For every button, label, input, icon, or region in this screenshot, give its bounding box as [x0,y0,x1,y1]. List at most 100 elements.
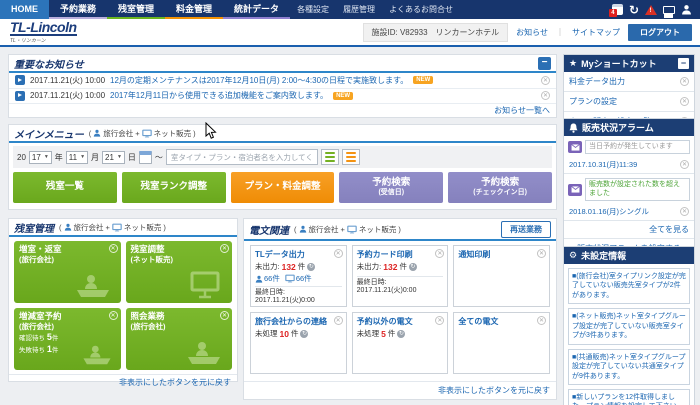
close-icon[interactable]: ✕ [334,249,343,258]
year-select[interactable]: 17▼ [29,151,52,164]
close-icon[interactable]: ✕ [109,244,118,253]
refresh-mini-icon[interactable]: ↻ [300,330,308,338]
day-select[interactable]: 21▼ [102,151,125,164]
close-icon[interactable]: ✕ [680,97,689,106]
shortcut-label[interactable]: プランの設定 [569,96,617,107]
main-menu-buttons: 残室一覧 残室ランク調整 プラン・料金調整 予約検索 (受信日) 予約検索 (チ… [9,171,556,207]
reservation-search-checkin-button[interactable]: 予約検索 (チェックイン日) [448,172,552,203]
scope-net-label: ネット販売 [124,222,162,233]
collapse-icon[interactable]: − [678,58,689,69]
alert-icon[interactable]: ! [645,5,657,15]
user-icon[interactable] [681,4,692,15]
refresh-icon[interactable]: ↻ [629,4,639,16]
top-navigation: HOME 予約業務 残室管理 料金管理 統計データ 各種設定 履歴管理 よくある… [0,0,700,19]
close-icon[interactable]: ✕ [334,316,343,325]
card-stat: 未出力: 132 件 ↻ [357,261,444,272]
close-icon[interactable]: ✕ [220,311,229,320]
close-icon[interactable]: ✕ [541,76,550,85]
nav-room-inventory[interactable]: 残室管理 [107,0,165,19]
month-label: 月 [91,152,99,163]
monitor-icon[interactable] [663,6,675,14]
nav-history[interactable]: 履歴管理 [336,0,382,19]
app-logo[interactable]: TL-Lincoln TL・リンカーン [0,21,77,44]
close-icon[interactable]: ✕ [220,244,229,253]
chevron-down-icon: ▼ [44,154,49,160]
stat-unit: 件 [399,261,407,272]
nav-reservations[interactable]: 予約業務 [49,0,107,19]
close-icon[interactable]: ✕ [541,91,550,100]
card-title[interactable]: 旅行会社からの連絡 [255,316,342,327]
travel-agent-icon [299,225,307,233]
close-icon[interactable]: ✕ [109,311,118,320]
unset-info-item[interactable]: ■(ネット販売)ネット室タイプグループ設定が完了していない販売室タイプが3件あり… [568,308,690,344]
close-icon[interactable]: ✕ [680,207,689,216]
alarm-date-link[interactable]: 2017.10.31(月)11:39 [569,159,637,170]
unset-info-item[interactable]: ■新しいプランを12件取得しました。プラン情報を設定して下さい。 [568,389,690,405]
nav-rates[interactable]: 料金管理 [165,0,223,19]
card-title[interactable]: 予約以外の電文 [357,316,444,327]
calendar-icon[interactable]: 4 [612,4,623,15]
card-title[interactable]: 通知印刷 [458,249,545,260]
last-label: 最終日時: [357,279,387,286]
list-view-green-icon[interactable] [321,149,339,165]
logout-button[interactable]: ログアウト [628,24,692,41]
tile-stat-pending: 確認待ち 5件 [19,332,116,343]
notices-list-link[interactable]: お知らせ一覧へ [494,105,550,116]
date-search-strip: 20 17▼ 年 11▼ 月 21▼ 日 ～ [13,146,552,168]
restore-hidden-buttons-link[interactable]: 非表示にしたボタンを元に戻す [438,385,550,396]
close-icon[interactable]: ✕ [537,249,546,258]
card-title[interactable]: 予約カード印刷 [357,249,444,260]
tile-room-change-reservations[interactable]: 増減室予約 (旅行会社) 確認待ち 5件 失敗待ち 1件 ✕ [14,308,121,370]
day-value: 21 [105,153,114,162]
shortcut-item[interactable]: 料金データ出力 ✕ [564,72,694,92]
nav-settings[interactable]: 各種設定 [290,0,336,19]
tile-add-return-rooms[interactable]: 増室・返室 (旅行会社) ✕ [14,241,121,303]
alarm-date-row[interactable]: 2017.10.31(月)11:39 ✕ [564,156,694,174]
notice-row[interactable]: 2017.11.21(火) 10:00 12月の定期メンテナンスは2017年12… [9,73,556,89]
unset-info-item[interactable]: ■(旅行会社)室タイプリンク設定が完了していない販売先室タイプが2件があります。 [568,268,690,304]
close-icon[interactable]: ✕ [680,77,689,86]
alarm-date-row[interactable]: 2018.01.16(月)シングル ✕ [564,203,694,221]
refresh-mini-icon[interactable]: ↻ [307,263,315,271]
bell-icon [569,123,578,133]
tile-inquiry-operations[interactable]: 照会業務 (旅行会社) ✕ [126,308,233,370]
facility-id: 施設ID: V82933 リンカーンホテル [363,23,509,42]
card-title[interactable]: TLデータ出力 [255,249,342,260]
sitemap-link[interactable]: サイトマップ [572,27,620,38]
notice-link-text[interactable]: 12月の定期メンテナンスは2017年12月10日(月) 2:00～4:30の日程… [110,75,408,86]
nav-faq[interactable]: よくあるお問合せ [382,0,460,19]
nav-home[interactable]: HOME [0,0,49,19]
room-list-button[interactable]: 残室一覧 [13,172,117,203]
view-all-link[interactable]: 全てを見る [649,224,689,235]
alarm-date-link[interactable]: 2018.01.16(月)シングル [569,206,649,217]
refresh-mini-icon[interactable]: ↻ [409,263,417,271]
notice-row[interactable]: 2017.11.21(火) 10:00 2017年12月11日から使用できる追加… [9,89,556,105]
collapse-icon[interactable]: − [538,57,551,70]
year-label: 年 [55,152,63,163]
alarm-mail-icon [568,141,582,153]
room-rank-adjust-button[interactable]: 残室ランク調整 [122,172,226,203]
datepicker-icon[interactable] [139,151,152,164]
reservation-search-received-button[interactable]: 予約検索 (受信日) [339,172,443,203]
megaphone-icon [15,75,25,85]
restore-hidden-buttons-link[interactable]: 非表示にしたボタンを元に戻す [119,377,231,388]
close-icon[interactable]: ✕ [537,316,546,325]
shortcut-item[interactable]: プランの設定 ✕ [564,92,694,112]
close-icon[interactable]: ✕ [680,160,689,169]
month-select[interactable]: 11▼ [66,151,88,164]
search-input[interactable] [166,149,318,165]
card-title[interactable]: 全ての電文 [458,316,545,327]
main-menu-header: メインメニュー ( 旅行会社 + ネット販売 ) [9,125,556,143]
nav-statistics[interactable]: 統計データ [223,0,290,19]
shortcut-label[interactable]: 料金データ出力 [569,76,625,87]
unset-info-item[interactable]: ■(共通販売)ネット室タイプグループ設定が完了していない共通室タイプが9件ありま… [568,349,690,385]
plan-rate-adjust-button[interactable]: プラン・料金調整 [231,172,335,203]
resend-button[interactable]: 再送業務 [501,221,551,238]
refresh-mini-icon[interactable]: ↻ [397,330,405,338]
tile-room-adjust-net[interactable]: 残室調整 (ネット販売) ✕ [126,241,233,303]
list-view-orange-icon[interactable] [342,149,360,165]
notice-link-text[interactable]: 2017年12月11日から使用できる追加機能をご案内致します。 [110,90,328,101]
notice-link[interactable]: お知らせ [516,27,548,38]
room-management-title: 残室管理 [14,220,54,235]
main-menu-title: メインメニュー [14,126,84,141]
